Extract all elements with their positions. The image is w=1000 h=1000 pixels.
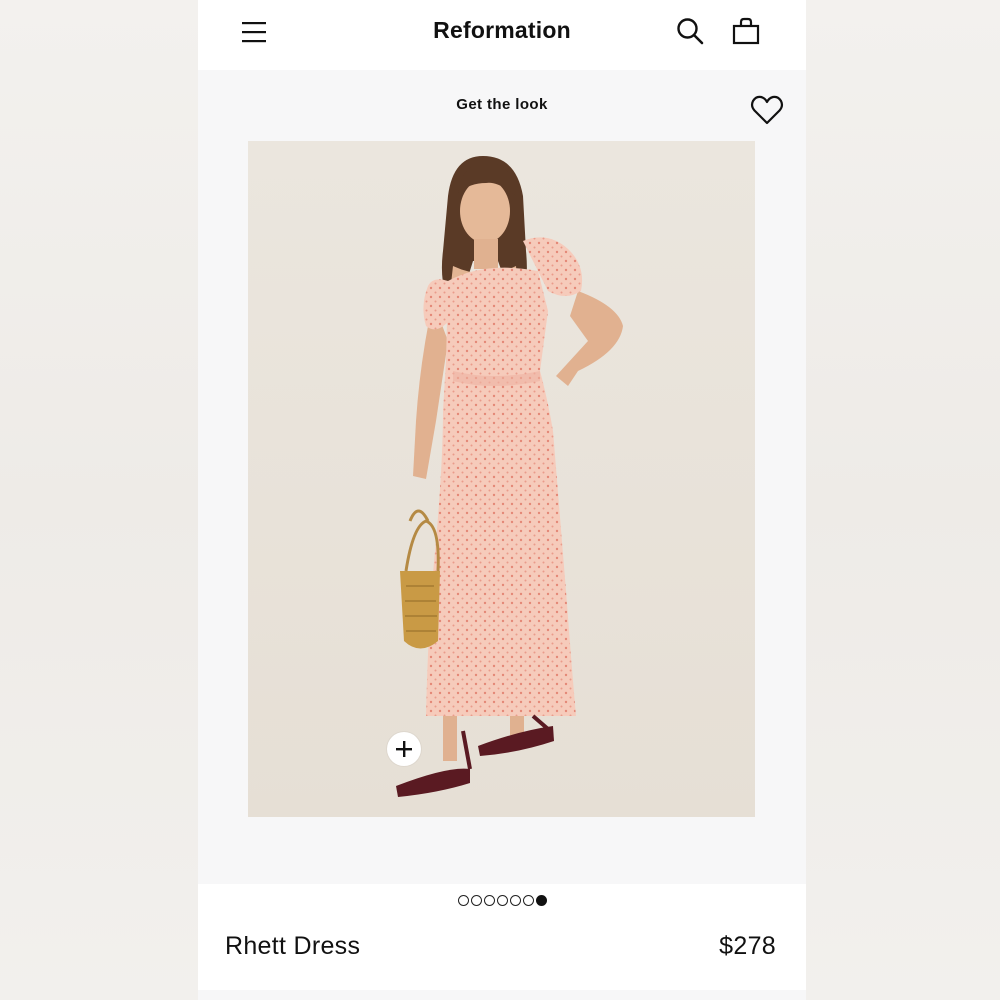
backdrop-left xyxy=(0,0,198,1000)
product-image[interactable] xyxy=(248,141,755,817)
plus-icon xyxy=(396,741,412,757)
app-screen: Reformation Get the look Rhett Dress $27… xyxy=(198,0,806,1000)
carousel-dot[interactable] xyxy=(457,895,469,906)
product-price: $278 xyxy=(719,932,776,960)
carousel-dot-active[interactable] xyxy=(535,895,547,906)
product-name[interactable]: Rhett Dress xyxy=(225,932,360,961)
carousel-dot[interactable] xyxy=(483,895,495,906)
search-icon[interactable] xyxy=(675,16,705,46)
top-nav: Reformation xyxy=(198,0,806,70)
backdrop-right xyxy=(806,0,1000,1000)
brand-logo[interactable]: Reformation xyxy=(198,17,806,44)
heart-icon[interactable] xyxy=(750,94,784,126)
add-to-bag-plus-button[interactable] xyxy=(387,732,421,766)
carousel-dot[interactable] xyxy=(522,895,534,906)
carousel-dot[interactable] xyxy=(470,895,482,906)
carousel-dot[interactable] xyxy=(496,895,508,906)
carousel-indicators xyxy=(198,895,806,906)
product-info-panel: Rhett Dress $278 xyxy=(198,884,806,990)
carousel-dot[interactable] xyxy=(509,895,521,906)
bag-icon[interactable] xyxy=(731,16,761,46)
section-title: Get the look xyxy=(456,96,548,113)
